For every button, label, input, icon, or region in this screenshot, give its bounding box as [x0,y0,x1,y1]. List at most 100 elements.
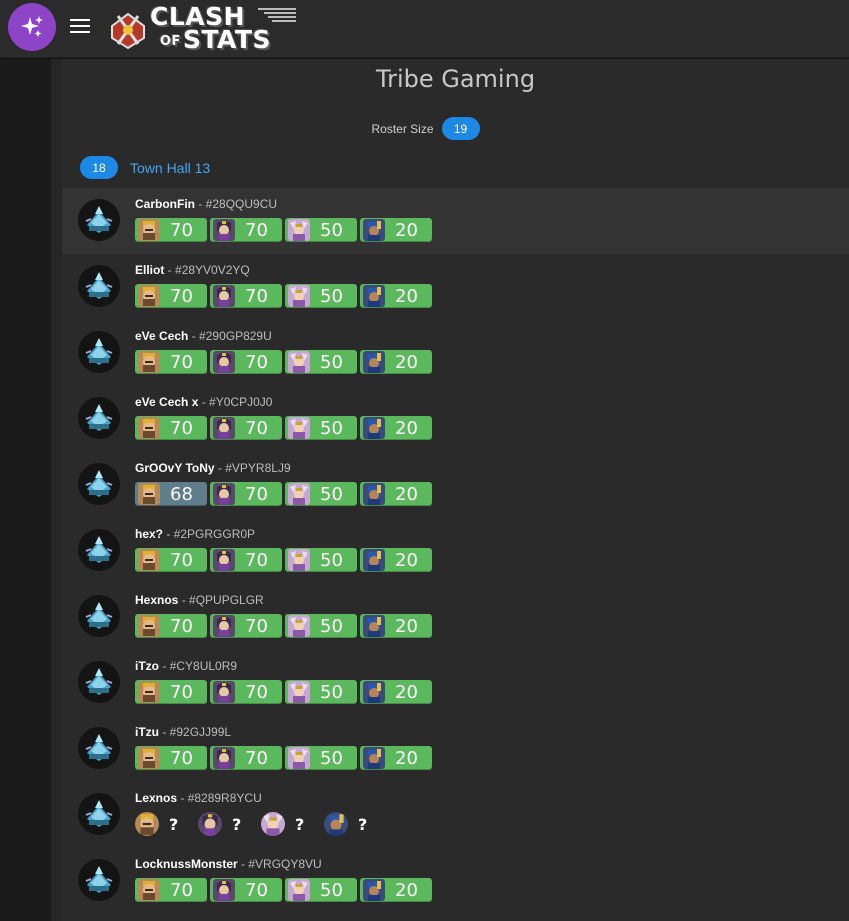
hero-level-chip: 70 [210,482,282,506]
archer-queen-icon [213,615,235,637]
player-row[interactable]: Lexnos - #8289R8YCU ???? [62,782,849,848]
grand-warden-icon [288,747,310,769]
player-row[interactable]: GrOOvY ToNy - #VPYR8LJ9 68 70 50 20 [62,452,849,518]
hero-level-chip: 70 [135,218,207,242]
barbarian-king-icon [138,747,160,769]
player-name[interactable]: GrOOvY ToNy [135,461,215,475]
barbarian-king-icon [138,285,160,307]
player-tag: #VRGQY8VU [248,857,322,871]
hero-level-chip: 70 [210,350,282,374]
hero-level-value: 70 [170,879,193,901]
hero-level-chip: 20 [360,548,432,572]
player-name[interactable]: Hexnos [135,593,178,607]
archer-queen-icon [213,483,235,505]
hero-level-value: 70 [170,681,193,703]
archer-queen-icon [213,747,235,769]
player-row[interactable]: hex? - #2PGRGGR0P 70 70 50 20 [62,518,849,584]
hero-level-chip: 70 [135,614,207,638]
player-tag-separator: - [237,857,249,871]
town-hall-13-icon [78,661,120,703]
town-hall-13-icon [78,793,120,835]
player-name-line: eVe Cech - #290GP829U [135,329,272,343]
player-name[interactable]: CarbonFin [135,197,195,211]
barbarian-king-icon [135,812,159,836]
player-tag: #8289R8YCU [187,791,262,805]
hero-levels: 70 70 50 20 [135,746,432,770]
hero-level-chip: ? [198,812,256,836]
player-name-line: iTzu - #92GJJ99L [135,725,231,739]
hero-level-value: 70 [170,417,193,439]
royal-champion-icon [363,219,385,241]
hero-levels: ???? [135,812,384,836]
sparkle-icon [21,16,43,37]
hero-level-value: 50 [320,681,343,703]
hero-level-chip: 70 [210,680,282,704]
hero-level-chip: 70 [135,350,207,374]
hero-level-value: 50 [320,549,343,571]
hero-levels: 70 70 50 20 [135,878,432,902]
player-name[interactable]: eVe Cech [135,329,188,343]
player-row[interactable]: eVe Cech - #290GP829U 70 70 50 20 [62,320,849,386]
player-name[interactable]: eVe Cech x [135,395,198,409]
speed-lines [258,8,296,26]
player-tag-separator: - [195,197,206,211]
town-hall-13-icon [78,199,120,241]
player-name[interactable]: iTzu [135,725,159,739]
hero-level-value: 50 [320,285,343,307]
hero-level-chip: 50 [285,416,357,440]
hero-level-value: 20 [395,417,418,439]
player-tag: #Y0CPJ0J0 [209,395,273,409]
hero-levels: 70 70 50 20 [135,284,432,308]
barbarian-king-icon [138,219,160,241]
player-tag-separator: - [214,461,226,475]
player-tag: #290GP829U [199,329,272,343]
hero-level-chip: ? [261,812,319,836]
hero-level-chip: 50 [285,614,357,638]
hero-level-value: 70 [170,615,193,637]
player-name-line: GrOOvY ToNy - #VPYR8LJ9 [135,461,291,475]
royal-champion-icon [363,549,385,571]
main-content: Tribe Gaming Roster Size 19 18 Town Hall… [62,59,849,921]
barbarian-king-icon [138,483,160,505]
player-row[interactable]: eVe Cech x - #Y0CPJ0J0 70 70 50 20 [62,386,849,452]
player-row[interactable]: iTzo - #CY8UL0R9 70 70 50 20 [62,650,849,716]
player-row[interactable]: iTzu - #92GJJ99L 70 70 50 20 [62,716,849,782]
player-name[interactable]: Elliot [135,263,164,277]
player-tag: #28YV0V2YQ [175,263,250,277]
hero-level-chip: 50 [285,218,357,242]
hero-level-value: 20 [395,285,418,307]
town-hall-count-badge: 18 [80,156,118,179]
barbarian-king-icon [138,879,160,901]
player-row[interactable]: Elliot - #28YV0V2YQ 70 70 50 20 [62,254,849,320]
hero-level-value: 20 [395,351,418,373]
player-row[interactable]: CarbonFin - #28QQU9CU 70 70 50 20 [62,188,849,254]
player-name[interactable]: iTzo [135,659,159,673]
grand-warden-icon [288,219,310,241]
grand-warden-icon [288,879,310,901]
hero-level-chip: 70 [210,548,282,572]
player-name[interactable]: LocknussMonster [135,857,238,871]
barbarian-king-icon [138,417,160,439]
hero-level-value: 20 [395,219,418,241]
sparkle-button[interactable] [8,3,56,51]
hero-level-value: 70 [245,417,268,439]
player-name[interactable]: hex? [135,527,163,541]
player-row[interactable]: LocknussMonster - #VRGQY8VU 70 70 50 20 [62,848,849,914]
hero-level-chip: 20 [360,680,432,704]
logo-text-of-stats: OFSTATS [160,25,271,54]
player-name[interactable]: Lexnos [135,791,177,805]
hero-level-value: 70 [245,681,268,703]
player-row[interactable]: Hexnos - #QPUPGLGR 70 70 50 20 [62,584,849,650]
town-hall-13-icon [78,265,120,307]
town-hall-group-header[interactable]: 18 Town Hall 13 [80,156,210,179]
roster-size: Roster Size 19 [62,117,849,140]
player-tag: #92GJJ99L [169,725,232,739]
hero-level-chip: 70 [135,284,207,308]
menu-icon[interactable] [70,19,90,35]
town-hall-label[interactable]: Town Hall 13 [130,160,210,176]
clash-of-stats-logo[interactable]: CLASH OFSTATS [108,2,298,54]
hero-level-value: 70 [245,219,268,241]
grand-warden-icon [261,812,285,836]
hero-levels: 70 70 50 20 [135,680,432,704]
hero-level-value: 70 [245,483,268,505]
